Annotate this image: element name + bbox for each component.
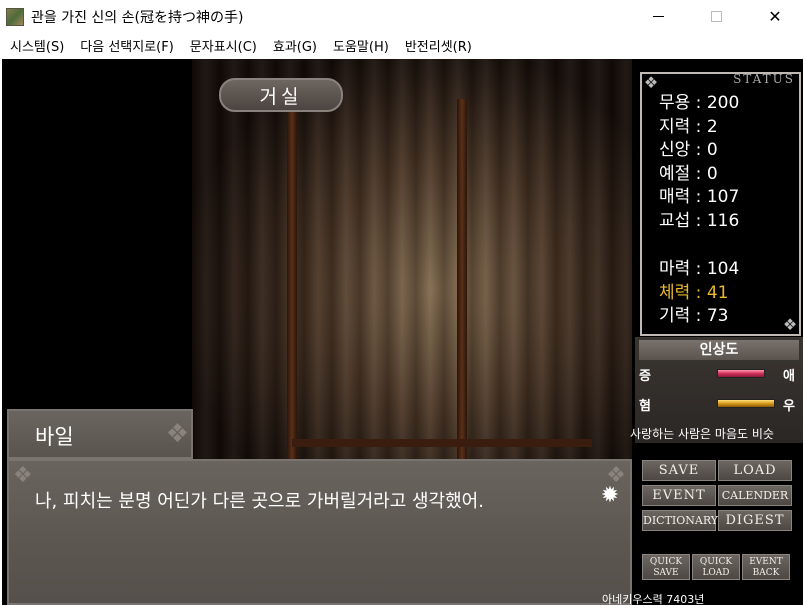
affinity-title: 인상도	[639, 340, 799, 360]
load-button[interactable]: LOAD	[718, 460, 792, 481]
speaker-name-box: 바일 ❖	[7, 409, 193, 459]
event-back-button[interactable]: EVENT BACK	[742, 554, 790, 580]
love-meter	[717, 369, 765, 378]
title-bar: 관을 가진 신의 손(冠を持つ神の手) ✕	[0, 0, 805, 33]
app-icon	[6, 8, 24, 26]
dialogue-box[interactable]: ❖ ❖ 나, 피치는 분명 어딘가 다른 곳으로 가버릴거라고 생각했어. ✹	[7, 459, 632, 605]
knot-ornament-icon: ❖	[165, 419, 189, 449]
knot-ornament-icon: ❖	[13, 463, 33, 488]
quick-load-button[interactable]: QUICK LOAD	[692, 554, 740, 580]
bed-rail	[292, 439, 592, 447]
status-row: 교섭 : 116	[659, 211, 740, 231]
menu-text-display[interactable]: 문자표시(C)	[182, 35, 265, 57]
bed-post	[457, 99, 467, 479]
status-row: 마력 : 104	[659, 259, 740, 279]
menu-effects[interactable]: 효과(G)	[265, 35, 325, 57]
status-row: 예절 : 0	[659, 164, 718, 184]
close-icon: ✕	[768, 7, 782, 26]
game-screen[interactable]: 거실 STATUS ❖ ❖ 무용 : 200 지력 : 2 신앙 : 0 예절 : 0…	[2, 59, 803, 605]
dictionary-button[interactable]: DICTIONARY	[642, 510, 718, 531]
knot-ornament-icon: ❖	[782, 315, 798, 334]
love-left-label: 증	[639, 369, 651, 384]
window-title: 관을 가진 신의 손(冠を持つ神の手)	[31, 10, 244, 26]
affinity-message: 사랑하는 사람은 마음도 비슷	[630, 427, 774, 441]
status-row: 지력 : 2	[659, 117, 718, 137]
minimize-icon	[652, 16, 664, 17]
friend-left-label: 혐	[639, 399, 651, 414]
knot-ornament-icon: ❖	[643, 73, 659, 92]
status-title: STATUS	[733, 72, 795, 86]
friend-right-label: 우	[783, 399, 795, 414]
scene-background	[192, 59, 632, 479]
sun-gear-icon[interactable]: ✹	[597, 483, 623, 509]
menu-system[interactable]: 시스템(S)	[2, 35, 72, 57]
menu-help[interactable]: 도움말(H)	[325, 35, 397, 57]
bed-post	[287, 99, 297, 479]
calender-button[interactable]: CALENDER	[718, 485, 792, 506]
speaker-name: 바일	[35, 425, 74, 449]
status-row: 기력 : 73	[659, 306, 729, 326]
status-row: 체력 : 41	[659, 283, 729, 303]
status-row: 무용 : 200	[659, 93, 740, 113]
menu-reverse-reset[interactable]: 반전리셋(R)	[397, 35, 480, 57]
love-right-label: 애	[783, 369, 795, 384]
minimize-button[interactable]	[635, 0, 681, 33]
maximize-icon	[710, 11, 722, 22]
status-row: 신앙 : 0	[659, 140, 718, 160]
save-button[interactable]: SAVE	[642, 460, 716, 481]
affinity-panel: 인상도 증 애 혐 우 사랑하는 사람은 마음도 비슷	[630, 337, 803, 443]
dialogue-text: 나, 피치는 분명 어딘가 다른 곳으로 가버릴거라고 생각했어.	[35, 491, 484, 512]
menu-next-choice[interactable]: 다음 선택지로(F)	[72, 35, 182, 57]
event-button[interactable]: EVENT	[642, 485, 716, 506]
maximize-button[interactable]	[693, 0, 739, 33]
close-button[interactable]: ✕	[752, 0, 798, 33]
location-label: 거실	[219, 78, 343, 112]
status-panel: STATUS ❖ ❖ 무용 : 200 지력 : 2 신앙 : 0 예절 : 0 매력 …	[640, 72, 801, 336]
digest-button[interactable]: DIGEST	[718, 510, 792, 531]
quick-save-button[interactable]: QUICK SAVE	[642, 554, 690, 580]
menu-bar: 시스템(S) 다음 선택지로(F) 문자표시(C) 효과(G) 도움말(H) 반…	[0, 33, 805, 58]
friendship-meter	[717, 399, 775, 408]
calendar-year: 아네키우스력 7403년	[602, 593, 705, 605]
status-row: 매력 : 107	[659, 187, 740, 207]
